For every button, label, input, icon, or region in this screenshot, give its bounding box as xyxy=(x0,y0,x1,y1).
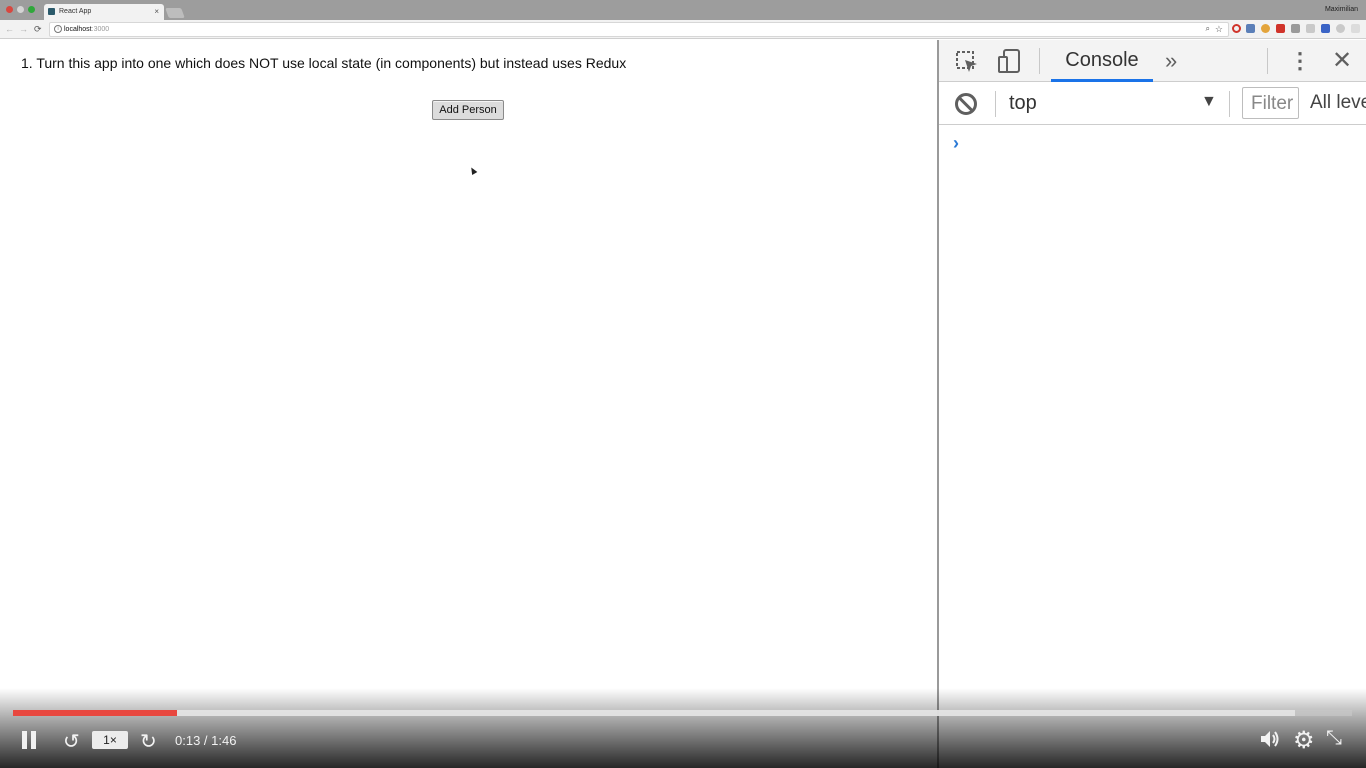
zoom-icon[interactable]: ⌕ xyxy=(1206,24,1210,34)
profile-name[interactable]: Maximilian xyxy=(1325,6,1358,13)
reload-button[interactable]: ⟳ xyxy=(34,24,42,34)
add-person-button[interactable]: Add Person xyxy=(432,100,504,120)
inspect-element-icon[interactable] xyxy=(955,50,979,74)
tab-console[interactable]: Console xyxy=(1051,40,1153,82)
toolbar-divider xyxy=(1039,48,1040,74)
extension-icon-8[interactable] xyxy=(1351,24,1360,33)
devtools-toolbar: Console » ⋮ ✕ xyxy=(939,40,1366,82)
settings-gear-icon[interactable]: ⚙ xyxy=(1293,726,1315,755)
toolbar-divider xyxy=(1267,48,1268,74)
filter-placeholder: Filter xyxy=(1251,93,1294,114)
tab-favicon-icon xyxy=(48,8,55,15)
context-selector[interactable]: top xyxy=(1009,92,1037,115)
browser-toolbar: ← → ⟳ i localhost:3000 ⌕ ☆ xyxy=(0,20,1366,39)
window-minimize-button[interactable] xyxy=(17,6,24,13)
new-tab-button[interactable] xyxy=(165,8,185,18)
video-progress-bar[interactable] xyxy=(13,710,1352,716)
console-prompt-icon[interactable]: › xyxy=(953,133,959,154)
context-dropdown-icon[interactable]: ▼ xyxy=(1201,93,1217,111)
page-viewport: 1. Turn this app into one which does NOT… xyxy=(0,40,937,768)
video-buffered-bar xyxy=(13,710,1295,716)
url-host: localhost xyxy=(64,26,92,33)
url-port: :3000 xyxy=(91,26,110,33)
devtools-panel: Console » ⋮ ✕ top ▼ Filter All levels › xyxy=(937,40,1366,768)
tab-close-icon[interactable]: × xyxy=(154,7,159,16)
device-toolbar-icon[interactable] xyxy=(997,48,1021,74)
pause-icon[interactable] xyxy=(22,731,36,749)
browser-tab-react-app[interactable]: React App × xyxy=(44,4,164,20)
task-instruction: 1. Turn this app into one which does NOT… xyxy=(21,55,627,71)
browser-titlebar: React App × Maximilian xyxy=(0,0,1366,20)
extension-icon-6[interactable] xyxy=(1321,24,1330,33)
log-levels-dropdown[interactable]: All levels xyxy=(1310,92,1366,114)
screen: React App × Maximilian ← → ⟳ i localhost… xyxy=(0,0,1366,768)
video-played-bar xyxy=(13,710,178,716)
url-input[interactable]: i localhost:3000 ⌕ ☆ xyxy=(49,22,1229,37)
extension-icon-1[interactable] xyxy=(1246,24,1255,33)
extension-icon-3[interactable] xyxy=(1276,24,1285,33)
extension-icon-7[interactable] xyxy=(1336,24,1345,33)
bookmark-star-icon[interactable]: ☆ xyxy=(1215,24,1223,35)
mouse-cursor-icon xyxy=(468,165,478,176)
extension-icon-2[interactable] xyxy=(1261,24,1270,33)
extension-icon-4[interactable] xyxy=(1291,24,1300,33)
console-toolbar: top ▼ Filter All levels xyxy=(939,83,1366,125)
back-button[interactable]: ← xyxy=(5,24,14,34)
window-close-button[interactable] xyxy=(6,6,13,13)
site-info-icon[interactable]: i xyxy=(54,25,62,33)
devtools-close-icon[interactable]: ✕ xyxy=(1332,46,1352,75)
rewind-icon[interactable]: ↺ xyxy=(63,729,80,754)
volume-icon[interactable] xyxy=(1259,728,1281,750)
playback-speed-button[interactable]: 1× xyxy=(92,731,128,749)
toolbar-divider xyxy=(1229,91,1230,117)
forward-icon[interactable]: ↻ xyxy=(140,729,157,754)
extension-icon-5[interactable] xyxy=(1306,24,1315,33)
devtools-menu-icon[interactable]: ⋮ xyxy=(1289,48,1311,74)
forward-button[interactable]: → xyxy=(19,24,28,34)
window-maximize-button[interactable] xyxy=(28,6,35,13)
url-text: localhost:3000 xyxy=(64,26,109,33)
extension-opera-icon[interactable] xyxy=(1232,24,1241,33)
console-filter-input[interactable]: Filter xyxy=(1242,87,1299,119)
video-time-display: 0:13 / 1:46 xyxy=(175,733,237,748)
more-tabs-icon[interactable]: » xyxy=(1165,48,1177,74)
exit-fullscreen-icon[interactable]: ⤡ xyxy=(1326,727,1342,750)
clear-console-icon[interactable] xyxy=(955,93,977,115)
video-controls-overlay xyxy=(0,688,1366,768)
tab-title: React App xyxy=(59,8,92,15)
toolbar-divider xyxy=(995,91,996,117)
